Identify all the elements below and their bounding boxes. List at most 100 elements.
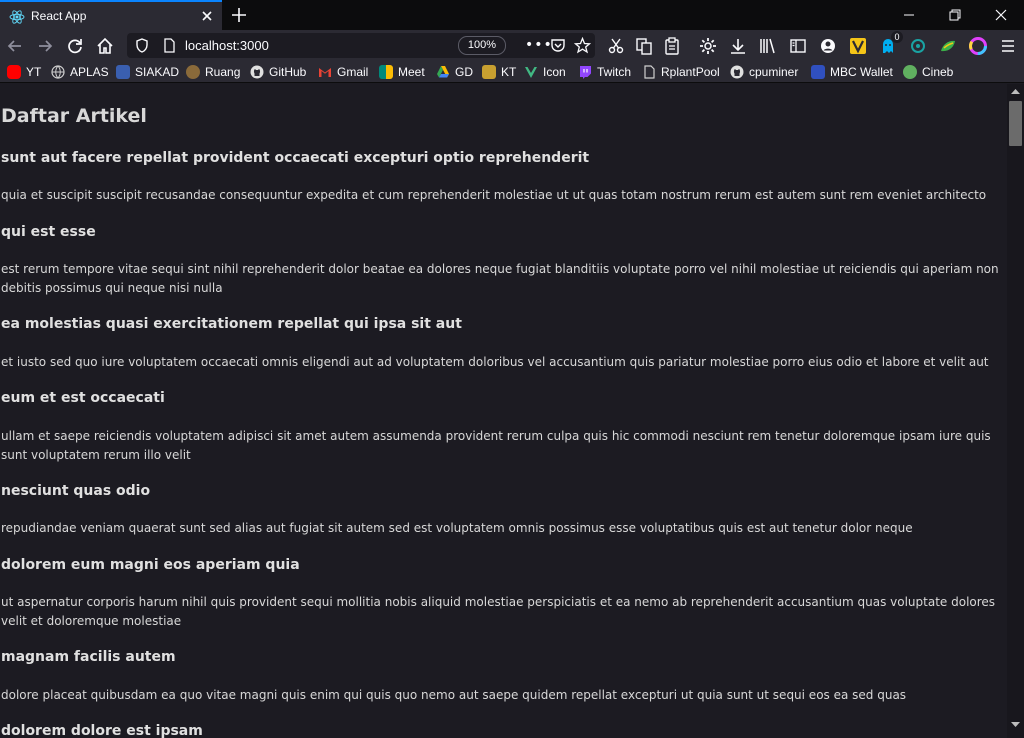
bookmark-label: YT xyxy=(26,65,42,79)
back-arrow-icon[interactable] xyxy=(4,35,26,57)
gmail-icon xyxy=(319,68,331,77)
bookmark-rplantpool[interactable]: RplantPool xyxy=(642,64,720,80)
bookmark-label: GD xyxy=(455,65,473,79)
mbc-wallet-icon xyxy=(811,65,825,79)
bookmark-label: GitHub xyxy=(269,65,307,79)
siakad-logo-icon xyxy=(116,65,130,79)
new-tab-icon[interactable] xyxy=(229,5,249,25)
minimize-button[interactable] xyxy=(886,0,932,30)
github-icon xyxy=(250,65,264,79)
article-title: qui est esse xyxy=(1,224,96,240)
bookmark-gd[interactable]: GD xyxy=(436,64,473,80)
close-tab-icon[interactable] xyxy=(199,8,215,24)
bookmarks-toolbar: YT APLAS SIAKAD Ruang GitHub Gmail Meet … xyxy=(0,61,1024,83)
sidebar-icon[interactable] xyxy=(788,36,808,56)
restore-button[interactable] xyxy=(932,0,978,30)
bookmark-meet[interactable]: Meet xyxy=(379,64,425,80)
page-content: Daftar Artikel sunt aut facere repellat … xyxy=(0,84,1007,738)
page-heading: Daftar Artikel xyxy=(1,105,147,127)
rplantpool-icon xyxy=(644,65,655,79)
bookmark-mbc-wallet[interactable]: MBC Wallet xyxy=(811,64,893,80)
article-body: dolore placeat quibusdam ea quo vitae ma… xyxy=(1,688,907,702)
account-icon[interactable] xyxy=(818,36,838,56)
ruang-logo-icon xyxy=(186,65,200,79)
twitch-icon xyxy=(580,66,591,79)
bookmark-label: Cineb xyxy=(922,65,954,79)
gear-icon[interactable] xyxy=(698,36,718,56)
bookmark-label: cpuminer xyxy=(749,65,799,79)
article-title: nesciunt quas odio xyxy=(1,483,151,499)
google-drive-icon xyxy=(437,66,449,78)
vue-devtools-extension-icon[interactable] xyxy=(848,36,868,56)
minimize-icon xyxy=(904,14,914,16)
tracking-protection-shield-icon[interactable] xyxy=(135,38,149,53)
url-text[interactable]: localhost:3000 xyxy=(185,38,269,53)
scissors-icon[interactable] xyxy=(606,36,626,56)
zoom-level-button[interactable]: 100% xyxy=(458,36,506,55)
article-body: ullam et saepe reiciendis voluptatem adi… xyxy=(1,429,991,462)
hamburger-menu-icon[interactable] xyxy=(998,36,1018,56)
scroll-up-arrow-icon[interactable] xyxy=(1011,88,1020,94)
vue-icon xyxy=(525,67,537,78)
tab-react-app[interactable]: React App xyxy=(0,0,222,30)
circle-extension-icon[interactable] xyxy=(908,36,928,56)
bookmark-cpuminer[interactable]: cpuminer xyxy=(730,64,798,80)
close-icon xyxy=(995,9,1007,21)
meet-icon xyxy=(379,65,393,79)
bookmark-kt[interactable]: KT xyxy=(482,64,516,80)
library-icon[interactable] xyxy=(758,36,778,56)
bookmark-label: Gmail xyxy=(337,65,369,79)
youtube-icon xyxy=(7,65,21,79)
bookmark-siakad[interactable]: SIAKAD xyxy=(116,64,179,80)
bookmark-twitch[interactable]: Twitch xyxy=(578,64,631,80)
tab-title: React App xyxy=(31,9,87,23)
bookmark-cineb[interactable]: Cineb xyxy=(903,64,953,80)
home-icon[interactable] xyxy=(94,35,116,57)
scroll-down-arrow-icon[interactable] xyxy=(1011,722,1020,728)
reload-icon[interactable] xyxy=(64,35,86,57)
bookmark-label: Meet xyxy=(398,65,425,79)
article-title: magnam facilis autem xyxy=(1,649,176,665)
article-title: dolorem eum magni eos aperiam quia xyxy=(1,557,300,573)
download-icon[interactable] xyxy=(728,36,748,56)
navigation-toolbar: localhost:3000 100% ••• 0 xyxy=(0,30,1024,61)
bookmark-gmail[interactable]: Gmail xyxy=(318,64,368,80)
clipboard-icon[interactable] xyxy=(662,36,682,56)
bookmark-label: Twitch xyxy=(597,65,632,79)
forward-arrow-icon[interactable] xyxy=(34,35,56,57)
bookmark-star-icon[interactable] xyxy=(574,37,591,54)
copy-icon[interactable] xyxy=(634,36,654,56)
close-window-button[interactable] xyxy=(978,0,1024,30)
article-title: ea molestias quasi exercitationem repell… xyxy=(1,316,462,332)
pocket-icon[interactable] xyxy=(550,38,566,53)
article-body: ut aspernatur corporis harum nihil quis … xyxy=(1,595,996,628)
bookmark-yt[interactable]: YT xyxy=(7,64,41,80)
scrollbar-thumb[interactable] xyxy=(1009,101,1022,146)
bookmark-icon[interactable]: Icon xyxy=(524,64,566,80)
leaf-extension-icon[interactable] xyxy=(938,36,958,56)
restore-icon xyxy=(949,9,961,21)
bookmark-github[interactable]: GitHub xyxy=(250,64,306,80)
article-title: eum et est occaecati xyxy=(1,390,165,406)
bookmark-label: Ruang xyxy=(205,65,241,79)
react-logo-icon xyxy=(9,10,25,24)
cineb-icon xyxy=(903,65,917,79)
article-body: et iusto sed quo iure voluptatem occaeca… xyxy=(1,355,989,369)
bookmark-aplas[interactable]: APLAS xyxy=(51,64,109,80)
globe-icon xyxy=(51,65,65,79)
extension-badge: 0 xyxy=(891,31,903,43)
bookmark-label: MBC Wallet xyxy=(830,65,893,79)
vertical-scrollbar[interactable] xyxy=(1007,84,1024,738)
article-body: quia et suscipit suscipit recusandae con… xyxy=(1,188,987,202)
github-icon xyxy=(730,65,744,79)
bookmark-label: APLAS xyxy=(70,65,109,79)
color-picker-extension-icon[interactable] xyxy=(968,36,988,56)
address-bar[interactable]: localhost:3000 100% ••• xyxy=(127,33,595,58)
bookmark-label: RplantPool xyxy=(661,65,720,79)
page-actions-menu-icon[interactable]: ••• xyxy=(525,37,553,53)
article-title: dolorem dolore est ipsam xyxy=(1,723,203,738)
tab-bar: React App xyxy=(0,0,1024,30)
page-info-icon[interactable] xyxy=(162,38,176,53)
bookmark-ruang[interactable]: Ruang xyxy=(186,64,240,80)
article-body: est rerum tempore vitae sequi sint nihil… xyxy=(1,262,999,295)
